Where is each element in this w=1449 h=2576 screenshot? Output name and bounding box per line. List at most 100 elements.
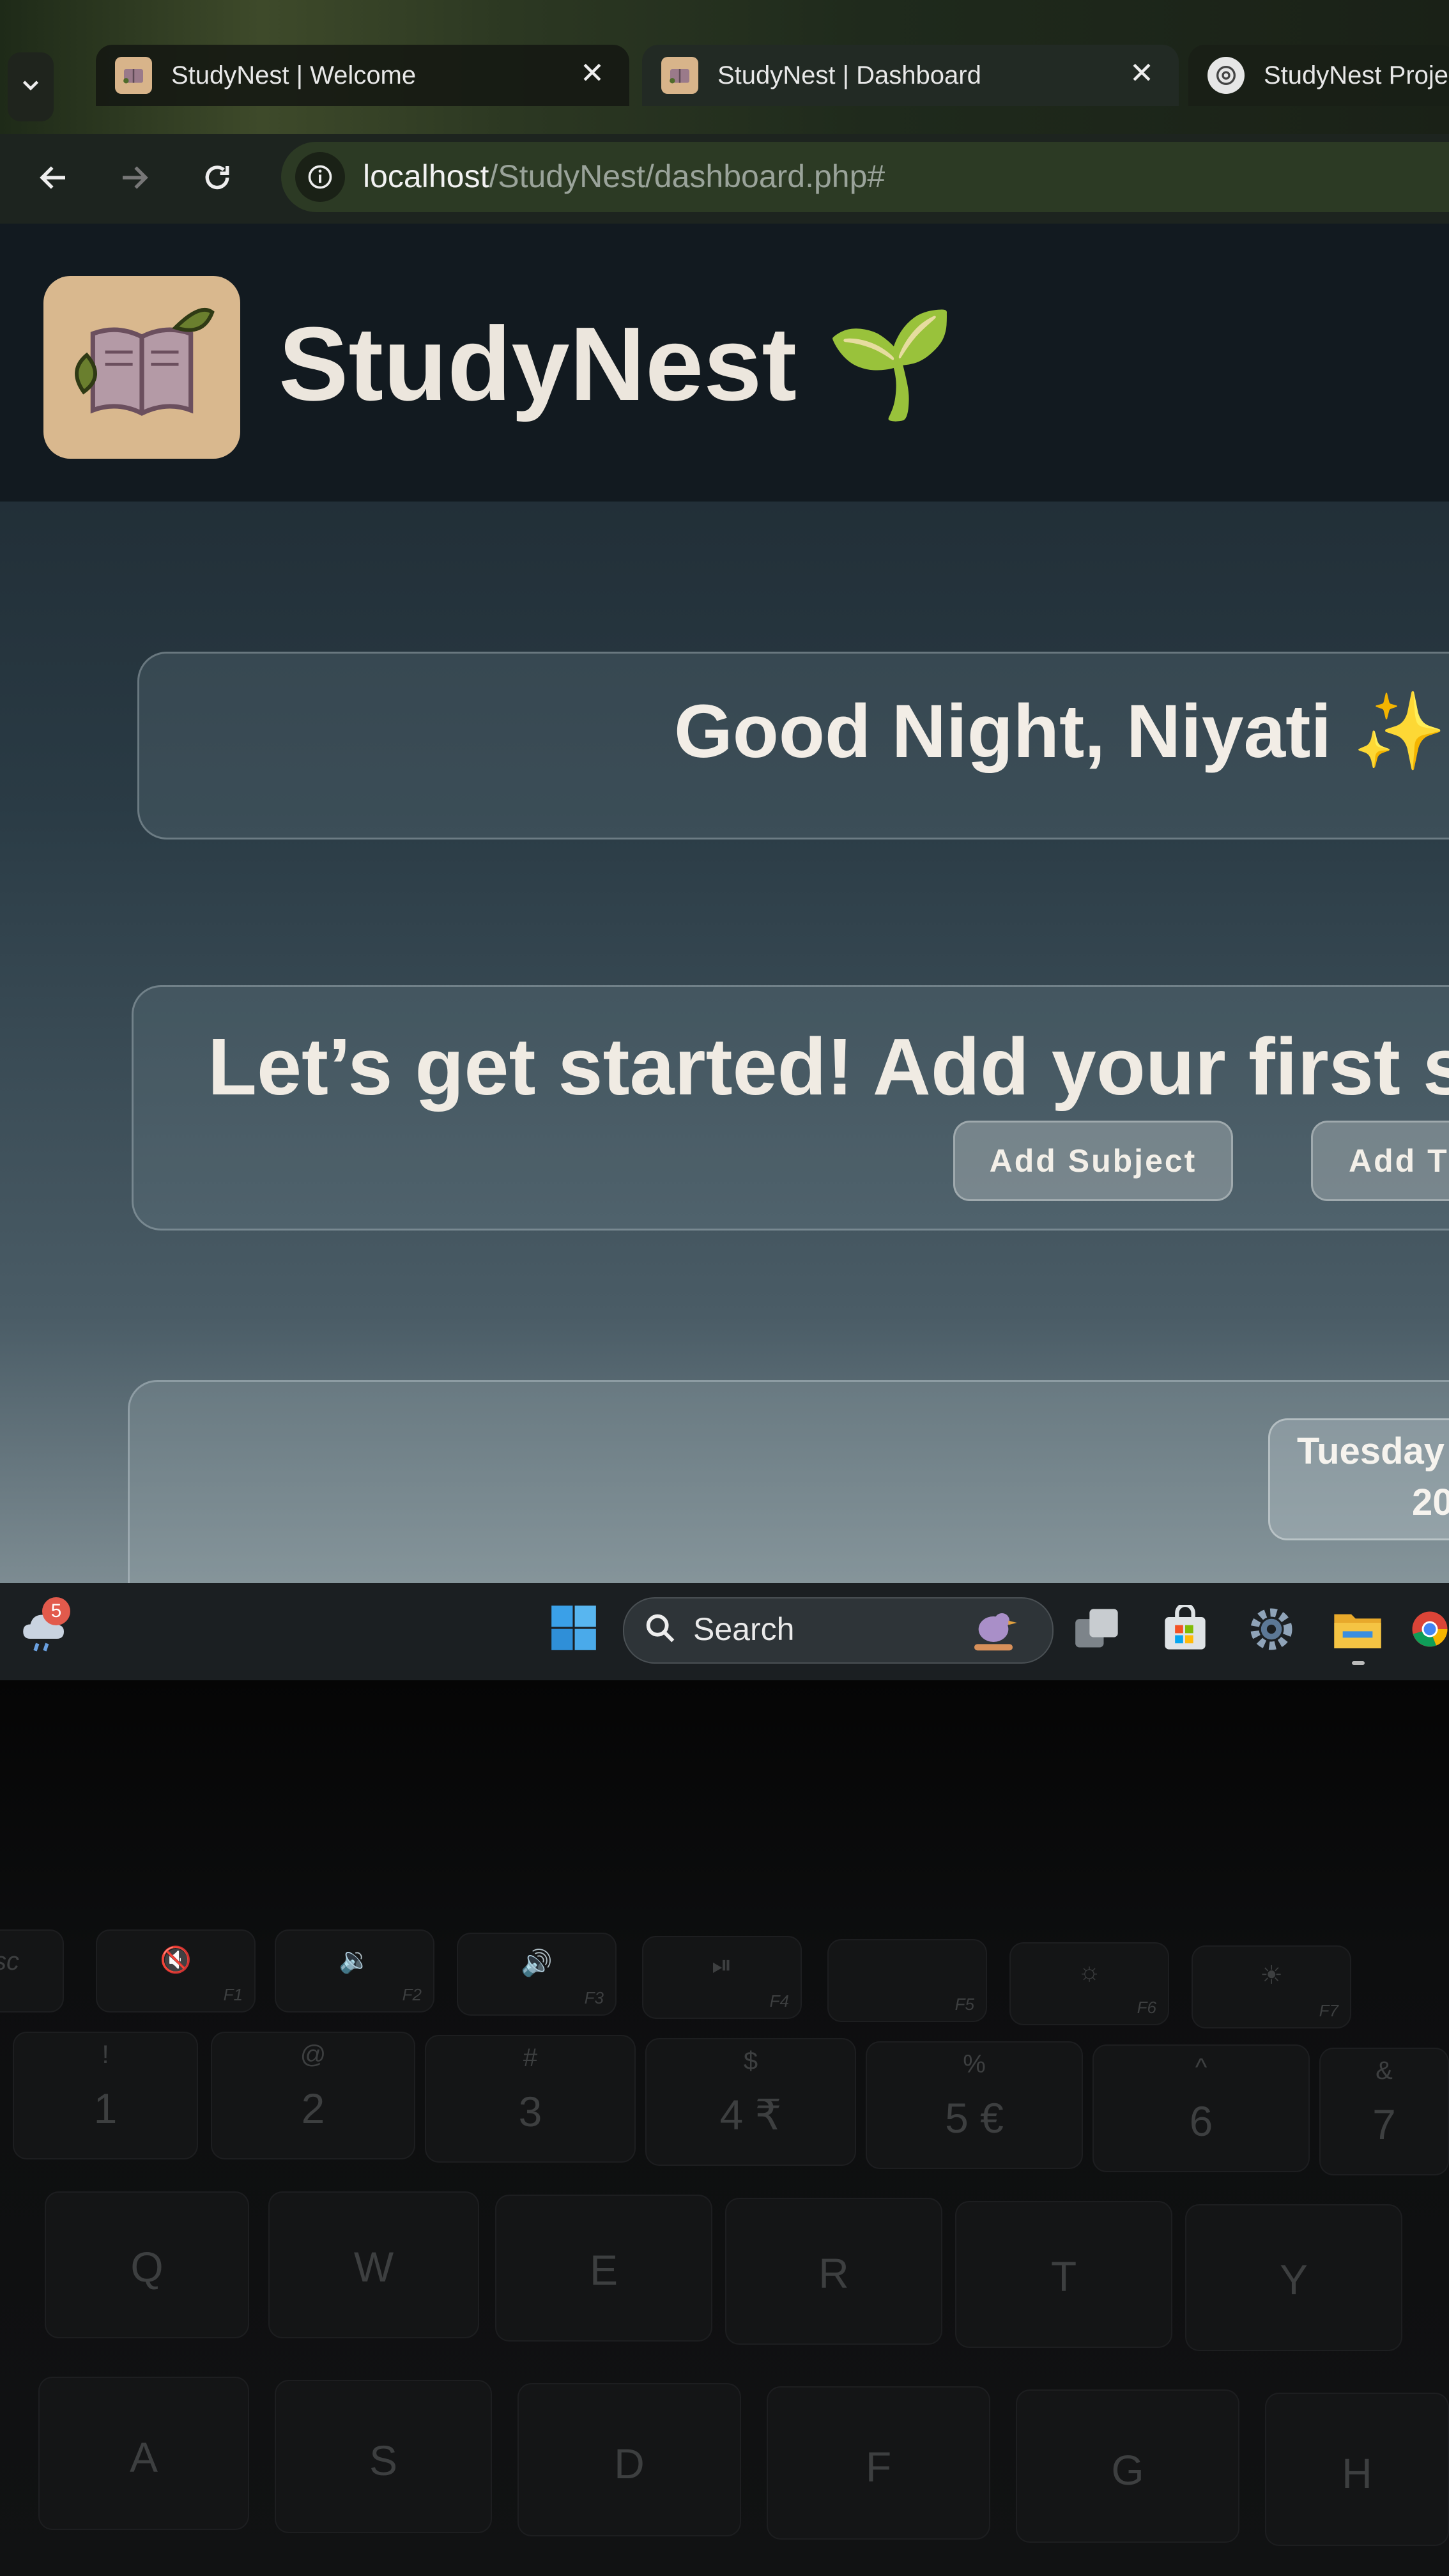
key-a: A	[38, 2377, 249, 2530]
key-y: Y	[1185, 2204, 1402, 2351]
volume-up-icon: 🔊	[521, 1949, 553, 1977]
key-shift-label: #	[523, 2044, 538, 2072]
key-s: S	[275, 2380, 492, 2533]
key-label: 5 €	[945, 2094, 1004, 2142]
key-shift-label: &	[1376, 2057, 1393, 2085]
key-label: 2	[301, 2085, 325, 2132]
key-label: W	[353, 2243, 394, 2290]
key-label: 3	[518, 2088, 542, 2135]
brand-title: StudyNest 🌱	[279, 300, 956, 428]
key-label: D	[614, 2440, 645, 2487]
date-year: 20	[1412, 1482, 1449, 1523]
key-fn-label: F6	[1137, 1998, 1156, 2017]
add-task-button[interactable]: Add T	[1311, 1121, 1449, 1201]
search-icon	[642, 1610, 679, 1650]
close-icon[interactable]: ✕	[573, 54, 611, 92]
key-2: @ 2	[211, 2032, 415, 2159]
key-7: & 7	[1319, 2048, 1449, 2175]
sparkles-icon: ✨	[1352, 689, 1446, 774]
studynest-favicon-icon	[115, 57, 152, 94]
key-e: E	[495, 2195, 712, 2342]
brightness-up-icon: ☀	[1260, 1961, 1283, 1989]
get-started-prompt: Let’s get started! Add your first s	[208, 1022, 1449, 1112]
key-f2: 🔉 F2	[275, 1929, 434, 2012]
key-shift-label: %	[963, 2050, 986, 2078]
key-f3: 🔊 F3	[457, 1933, 617, 2016]
key-f6: ☼ F6	[1009, 1942, 1169, 2025]
tab-project[interactable]: StudyNest Proje	[1188, 45, 1449, 106]
key-fn-label: F2	[402, 1985, 422, 2004]
file-explorer-icon[interactable]	[1332, 1604, 1383, 1655]
tab-title: StudyNest | Dashboard	[717, 61, 981, 89]
key-label: F	[865, 2443, 892, 2490]
key-1: ! 1	[13, 2032, 198, 2159]
search-label: Search	[693, 1611, 795, 1647]
active-app-indicator	[1352, 1661, 1365, 1665]
url-text[interactable]: localhost/StudyNest/dashboard.php#	[363, 151, 885, 202]
notification-badge: 5	[42, 1597, 70, 1625]
key-q: Q	[45, 2191, 249, 2338]
key-shift-label: ^	[1195, 2053, 1208, 2082]
close-icon[interactable]: ✕	[1123, 54, 1161, 92]
key-label: T	[1050, 2253, 1077, 2300]
chrome-icon[interactable]	[1411, 1604, 1449, 1655]
key-r: R	[725, 2198, 942, 2345]
tab-welcome[interactable]: StudyNest | Welcome ✕	[96, 45, 629, 106]
tab-search-button[interactable]	[8, 52, 54, 121]
key-label: S	[369, 2437, 398, 2484]
url-host: localhost	[363, 158, 489, 194]
book-leaf-icon	[75, 307, 215, 416]
studynest-logo[interactable]	[43, 276, 240, 459]
tab-title: StudyNest | Welcome	[171, 61, 417, 89]
bird-icon	[962, 1604, 1025, 1658]
key-label: R	[818, 2250, 849, 2297]
reload-icon	[200, 160, 234, 198]
store-icon[interactable]	[1160, 1604, 1211, 1655]
key-label: sc	[0, 1947, 19, 1975]
key-esc: sc	[0, 1929, 64, 2012]
key-fn-label: F4	[769, 1991, 789, 2011]
key-w: W	[268, 2191, 479, 2338]
key-4: $ 4 ₹	[645, 2038, 856, 2166]
tab-dashboard[interactable]: StudyNest | Dashboard ✕	[642, 45, 1179, 106]
volume-down-icon: 🔉	[339, 1946, 371, 1974]
add-subject-button[interactable]: Add Subject	[953, 1121, 1233, 1201]
task-view-icon[interactable]	[1072, 1604, 1123, 1655]
key-shift-label: !	[102, 2041, 109, 2069]
arrow-left-icon	[36, 160, 71, 198]
brightness-down-icon: ☼	[1077, 1958, 1101, 1986]
key-label: Y	[1279, 2256, 1308, 2303]
key-label: E	[589, 2246, 618, 2294]
start-icon[interactable]	[549, 1604, 598, 1652]
chevron-down-icon	[19, 74, 42, 100]
key-fn-label: F1	[223, 1985, 243, 2004]
key-shift-label: $	[743, 2047, 758, 2075]
tab-title: StudyNest Proje	[1264, 61, 1449, 89]
key-label: 1	[93, 2085, 118, 2132]
key-label: 4 ₹	[719, 2091, 782, 2138]
key-fn-label: F3	[584, 1988, 604, 2007]
reload-button[interactable]	[192, 153, 243, 204]
key-6: ^ 6	[1092, 2044, 1310, 2172]
settings-icon[interactable]	[1246, 1604, 1297, 1655]
key-fn-label: F5	[954, 1995, 974, 2014]
laptop-screen: StudyNest | Welcome ✕ StudyNest | Dashbo…	[0, 0, 1449, 1680]
arrow-right-icon	[117, 160, 151, 198]
back-button[interactable]	[28, 153, 79, 204]
forward-button[interactable]	[109, 153, 160, 204]
date-day: Tuesday	[1297, 1430, 1445, 1472]
key-label: G	[1111, 2446, 1144, 2494]
site-info-icon[interactable]	[295, 152, 345, 202]
key-label: 6	[1189, 2097, 1213, 2145]
key-f: F	[767, 2386, 990, 2540]
key-label: Q	[130, 2243, 164, 2290]
key-label: A	[129, 2434, 158, 2481]
brand-name: StudyNest	[279, 305, 797, 422]
key-h: H	[1265, 2393, 1449, 2546]
key-fn-label: F7	[1319, 2001, 1338, 2020]
key-label: H	[1342, 2450, 1372, 2497]
studynest-favicon-icon	[661, 57, 698, 94]
url-path: /StudyNest/dashboard.php#	[489, 158, 885, 194]
key-5: % 5 €	[866, 2041, 1083, 2169]
mute-icon: 🔇	[160, 1946, 192, 1974]
